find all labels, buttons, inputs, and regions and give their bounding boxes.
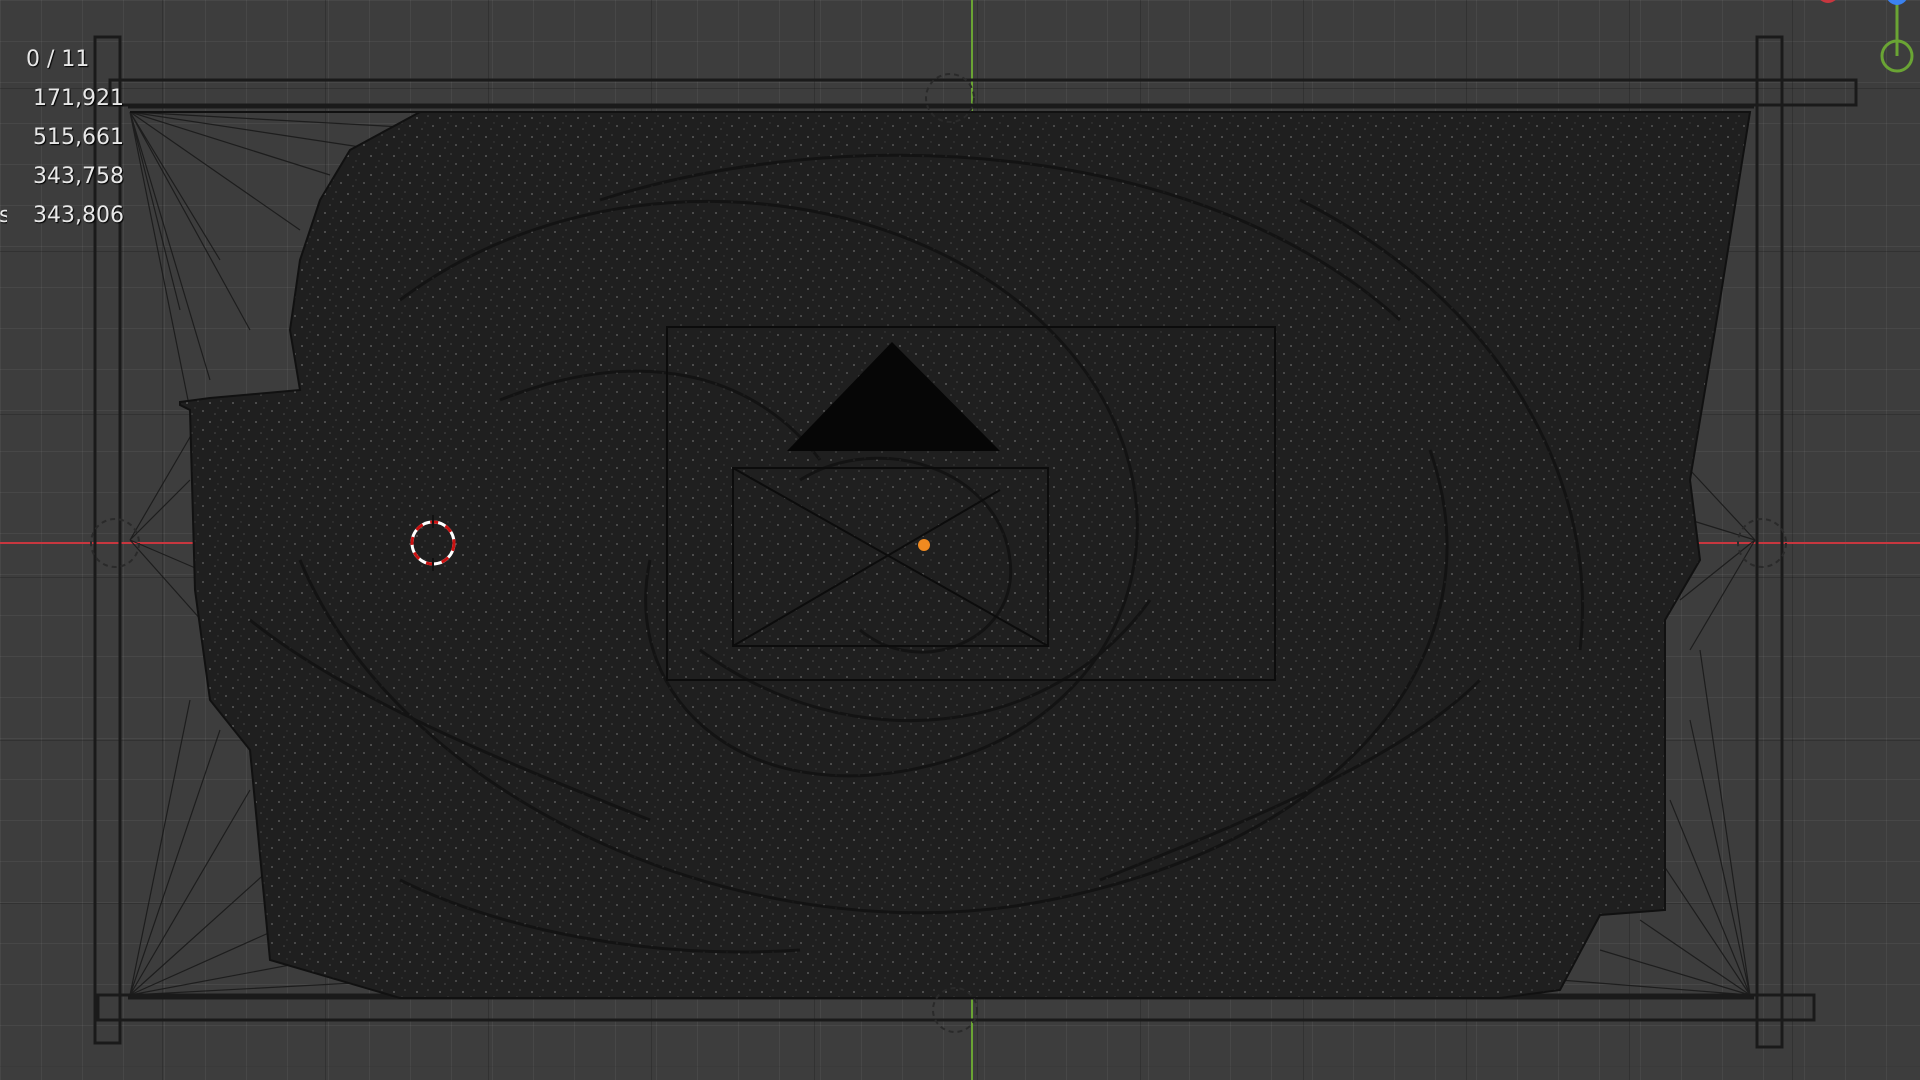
z-axis-icon[interactable]	[1886, 0, 1908, 5]
stat-row-faces: 343,758	[0, 157, 124, 196]
3d-viewport[interactable]: 0 / 11 171,921 515,661 343,758 s 343,806	[0, 0, 1920, 1080]
stat-label: s	[0, 203, 7, 228]
stat-value-vertices: 171,921	[33, 86, 124, 111]
statistics-overlay: 0 / 11 171,921 515,661 343,758 s 343,806	[0, 40, 124, 235]
stat-row-edges: 515,661	[0, 118, 124, 157]
stat-row-triangles: s 343,806	[0, 196, 124, 235]
scene-canvas[interactable]	[0, 0, 1920, 1080]
stat-value-faces: 343,758	[33, 164, 124, 189]
object-origin[interactable]	[918, 539, 930, 551]
stat-row-objects: 0 / 11	[0, 40, 124, 79]
terrain-mesh	[130, 111, 1752, 999]
stat-value-triangles: 343,806	[33, 203, 124, 228]
navigation-gizmo[interactable]	[1817, 0, 1914, 73]
x-axis-icon[interactable]	[1817, 0, 1839, 3]
stat-value-edges: 515,661	[33, 125, 124, 150]
stat-value-objects: 0 / 11	[26, 47, 90, 72]
stat-row-vertices: 171,921	[0, 79, 124, 118]
